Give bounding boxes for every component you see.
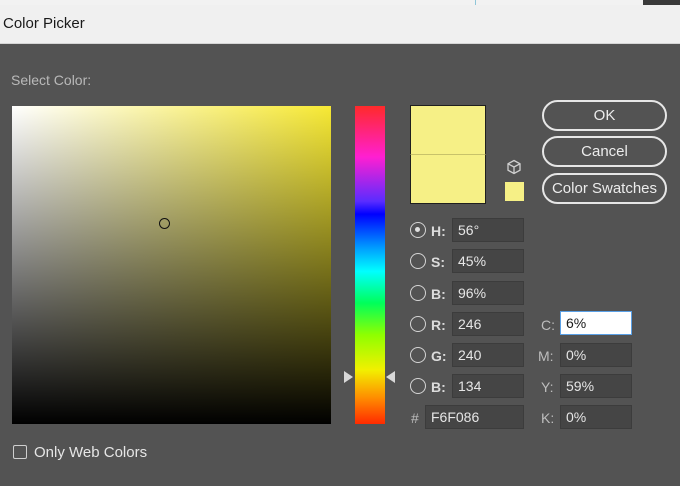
hue-slider-right-handle[interactable] [386,371,395,383]
brightness-input[interactable]: 96% [452,281,524,305]
hue-radio[interactable] [410,222,426,238]
black-label: K: [541,410,555,426]
saturation-label: S: [431,254,445,270]
title-bar: Color Picker [0,5,680,44]
red-radio[interactable] [410,316,426,332]
select-color-label: Select Color: [11,72,92,88]
cube-icon[interactable] [506,159,522,175]
hue-slider[interactable] [355,106,385,424]
current-color-swatch[interactable] [410,154,486,204]
green-input[interactable]: 240 [452,343,524,367]
cyan-label: C: [541,317,555,333]
blue-input[interactable]: 134 [452,374,524,398]
cyan-input[interactable]: 6% [560,311,632,335]
magenta-label: M: [538,348,554,364]
yellow-label: Y: [541,379,554,395]
cancel-button[interactable]: Cancel [542,136,667,167]
color-field-marker[interactable] [159,218,170,229]
hue-label: H: [431,223,446,239]
brightness-label: B: [431,286,446,302]
green-radio[interactable] [410,347,426,363]
black-input[interactable]: 0% [560,405,632,429]
green-label: G: [431,348,447,364]
magenta-input[interactable]: 0% [560,343,632,367]
brightness-radio[interactable] [410,285,426,301]
blue-radio[interactable] [410,378,426,394]
window-title: Color Picker [3,15,85,32]
websafe-color-swatch[interactable] [505,182,524,201]
color-field[interactable] [12,106,331,424]
saturation-input[interactable]: 45% [452,249,524,273]
hue-input[interactable]: 56° [452,218,524,242]
new-color-swatch [410,105,486,154]
yellow-input[interactable]: 59% [560,374,632,398]
saturation-radio[interactable] [410,253,426,269]
only-web-colors-label[interactable]: Only Web Colors [34,444,147,461]
hex-label: # [411,410,419,426]
red-label: R: [431,317,446,333]
color-swatches-button[interactable]: Color Swatches [542,173,667,204]
red-input[interactable]: 246 [452,312,524,336]
blue-label: B: [431,379,446,395]
only-web-colors-checkbox[interactable] [13,445,27,459]
ok-button[interactable]: OK [542,100,667,131]
hue-slider-left-handle[interactable] [344,371,353,383]
hex-input[interactable]: F6F086 [425,405,524,429]
